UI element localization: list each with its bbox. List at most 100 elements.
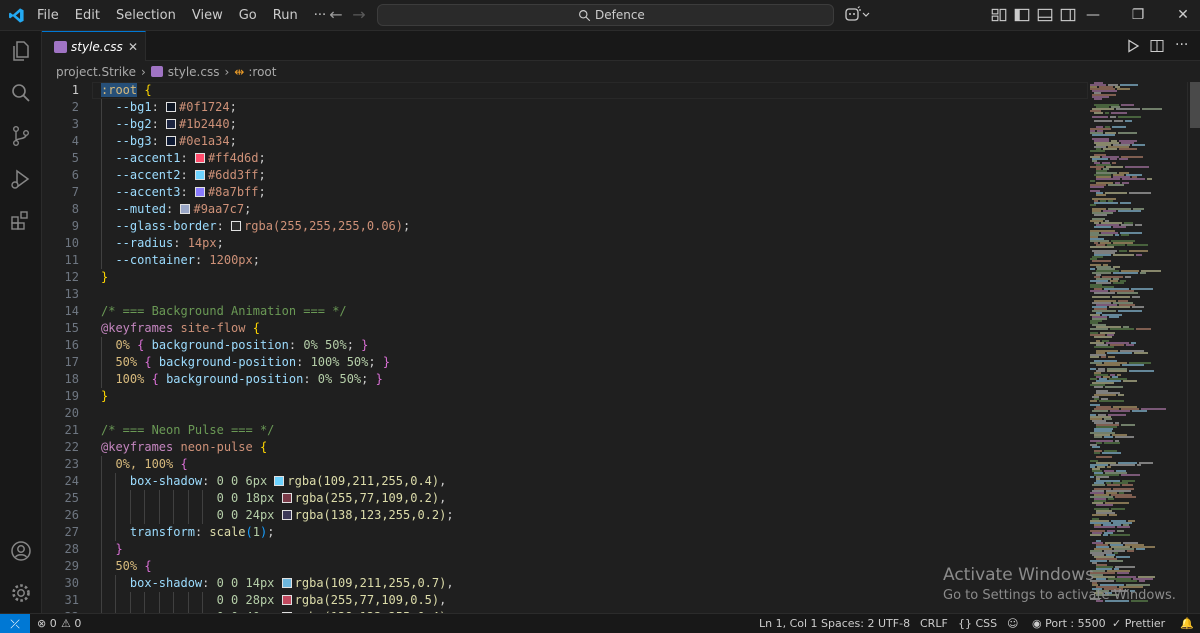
tab-close-icon[interactable]: ✕ [128, 32, 138, 62]
toggle-secondary-sidebar-icon[interactable] [1059, 6, 1077, 24]
menu-selection[interactable]: Selection [108, 0, 184, 31]
color-swatch[interactable] [231, 221, 242, 231]
code-line[interactable]: 12} [42, 269, 1088, 286]
menu-edit[interactable]: Edit [67, 0, 108, 31]
code-line[interactable]: 3 --bg2: #1b2440; [42, 116, 1088, 133]
code-line[interactable]: 23 0%, 100% { [42, 456, 1088, 473]
explorer-icon[interactable] [9, 39, 33, 63]
code-line[interactable]: 19} [42, 388, 1088, 405]
color-swatch[interactable] [166, 119, 177, 129]
color-swatch[interactable] [281, 578, 292, 588]
vertical-scrollbar[interactable] [1187, 82, 1200, 613]
problems-errors[interactable]: ⊗ 0 [37, 614, 57, 633]
code-line[interactable]: 27 transform: scale(1); [42, 524, 1088, 541]
code-line[interactable]: 21 /* === Neon Pulse === */ [42, 422, 1088, 439]
close-window-icon[interactable]: ✕ [1172, 4, 1194, 26]
code-token: rgba(109,211,255,0.7) [294, 576, 447, 590]
menu-file[interactable]: File [29, 0, 67, 31]
code-token: 0 0 24px [216, 508, 282, 522]
copilot-icon[interactable] [844, 6, 872, 24]
code-line[interactable]: 7 --accent3: #8a7bff; [42, 184, 1088, 201]
code-line[interactable]: 20 [42, 405, 1088, 422]
code-line[interactable]: 24 box-shadow: 0 0 6px rgba(109,211,255,… [42, 473, 1088, 490]
indentation[interactable]: Spaces: 2 [821, 614, 874, 633]
code-line[interactable]: 2 --bg1: #0f1724; [42, 99, 1088, 116]
restore-icon[interactable]: ❐ [1127, 4, 1149, 26]
color-swatch[interactable] [180, 204, 191, 214]
menu-run[interactable]: Run [265, 0, 306, 31]
code-line[interactable]: 17 50% { background-position: 100% 50%; … [42, 354, 1088, 371]
back-arrow-icon[interactable]: ← [327, 6, 345, 24]
minimize-icon[interactable]: — [1082, 4, 1104, 26]
code-line[interactable]: 1:root { [42, 82, 1088, 99]
code-line[interactable]: 22 @keyframes neon-pulse { [42, 439, 1088, 456]
problems-warnings[interactable]: ⚠ 0 [61, 614, 81, 633]
code-line[interactable]: 4 --bg3: #0e1a34; [42, 133, 1088, 150]
menu-go[interactable]: Go [231, 0, 265, 31]
breadcrumb-file[interactable]: style.css [168, 65, 220, 79]
end-of-line[interactable]: CRLF [920, 614, 948, 633]
search-sidebar-icon[interactable] [9, 81, 33, 105]
scrollbar-thumb[interactable] [1190, 82, 1200, 128]
minimap-line [1101, 356, 1106, 358]
toggle-primary-sidebar-icon[interactable] [1013, 6, 1031, 24]
color-swatch[interactable] [194, 187, 205, 197]
code-line[interactable]: 15 @keyframes site-flow { [42, 320, 1088, 337]
code-token: 0%, 100% [115, 457, 174, 471]
code-line[interactable]: 8 --muted: #9aa7c7; [42, 201, 1088, 218]
run-debug-icon[interactable] [9, 167, 33, 191]
code-line[interactable]: 10 --radius: 14px; [42, 235, 1088, 252]
code-line[interactable]: 18 100% { background-position: 0% 50%; } [42, 371, 1088, 388]
code-line[interactable]: 14 /* === Background Animation === */ [42, 303, 1088, 320]
command-center-search[interactable]: Defence [377, 4, 834, 26]
language-mode[interactable]: {} CSS [958, 614, 997, 633]
minimap[interactable] [1088, 82, 1186, 613]
code-line[interactable]: 16 0% { background-position: 0% 50%; } [42, 337, 1088, 354]
color-swatch[interactable] [194, 153, 205, 163]
menu-view[interactable]: View [184, 0, 231, 31]
code-line[interactable]: 26 0 0 24px rgba(138,123,255,0.2); [42, 507, 1088, 524]
code-line[interactable]: 30 box-shadow: 0 0 14px rgba(109,211,255… [42, 575, 1088, 592]
prettier-status[interactable]: ✓ Prettier [1112, 614, 1165, 633]
color-swatch[interactable] [274, 476, 285, 486]
breadcrumb-symbol[interactable]: :root [248, 65, 276, 79]
code-line[interactable]: 11 --container: 1200px; [42, 252, 1088, 269]
encoding[interactable]: UTF-8 [878, 614, 910, 633]
remote-icon[interactable]: ⤫ [0, 614, 30, 633]
color-swatch[interactable] [281, 493, 292, 503]
color-swatch[interactable] [281, 595, 292, 605]
minimap-line [1099, 400, 1124, 402]
settings-gear-icon[interactable] [9, 581, 33, 605]
live-server-port[interactable]: ◉ Port : 5500 [1032, 614, 1106, 633]
code-line[interactable]: 9 --glass-border: rgba(255,255,255,0.06)… [42, 218, 1088, 235]
breadcrumb-project[interactable]: project.Strike [56, 65, 136, 79]
code-line[interactable]: 13 [42, 286, 1088, 303]
toggle-panel-icon[interactable] [1036, 6, 1054, 24]
code-editor[interactable]: 1:root {2 --bg1: #0f1724; 3 --bg2: #1b244… [42, 82, 1088, 613]
run-file-icon[interactable] [1125, 38, 1141, 54]
color-swatch[interactable] [166, 102, 177, 112]
forward-arrow-icon[interactable]: → [350, 6, 368, 24]
tab-style-css[interactable]: style.css ✕ [42, 31, 146, 61]
cursor-position[interactable]: Ln 1, Col 1 [759, 614, 818, 633]
code-token: : [296, 355, 311, 369]
code-token: 14px [187, 236, 217, 250]
code-line[interactable]: 6 --accent2: #6dd3ff; [42, 167, 1088, 184]
extensions-icon[interactable] [9, 209, 33, 233]
copilot-status-icon[interactable]: ☺ [1007, 614, 1018, 633]
more-actions-icon[interactable]: ··· [1175, 38, 1191, 54]
code-line[interactable]: 31 0 0 28px rgba(255,77,109,0.5), [42, 592, 1088, 609]
color-swatch[interactable] [166, 136, 177, 146]
code-line[interactable]: 5 --accent1: #ff4d6d; [42, 150, 1088, 167]
notifications-bell-icon[interactable]: 🔔 [1180, 614, 1194, 633]
code-line[interactable]: 25 0 0 18px rgba(255,77,109,0.2), [42, 490, 1088, 507]
code-line[interactable]: 29 50% { [42, 558, 1088, 575]
code-token: 100% [115, 372, 145, 386]
source-control-icon[interactable] [9, 124, 33, 148]
code-line[interactable]: 28 } [42, 541, 1088, 558]
customize-layout-icon[interactable] [990, 6, 1008, 24]
color-swatch[interactable] [281, 510, 292, 520]
split-editor-icon[interactable] [1149, 38, 1165, 54]
color-swatch[interactable] [194, 170, 205, 180]
account-icon[interactable] [9, 539, 33, 563]
